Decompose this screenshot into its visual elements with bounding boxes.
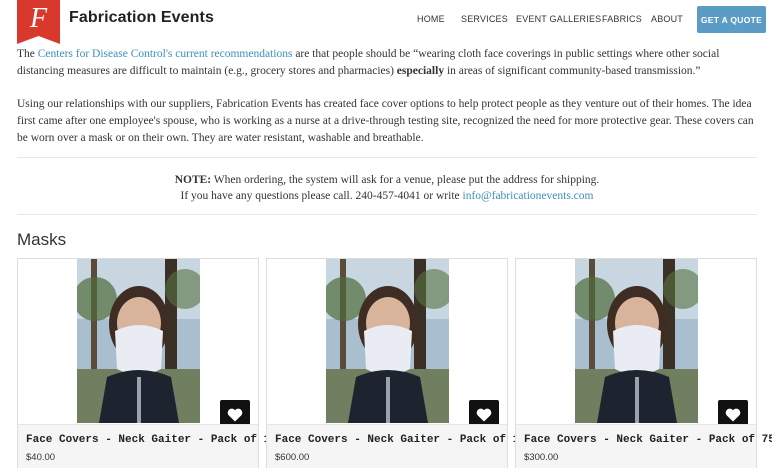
divider [17, 214, 757, 215]
product-info: Face Covers - Neck Gaiter - Pack of 75 $… [516, 424, 772, 468]
product-photo[interactable] [575, 259, 698, 423]
cdc-link[interactable]: Centers for Disease Control's current re… [38, 48, 293, 60]
product-price: $300.00 [524, 452, 559, 463]
heart-icon [725, 408, 741, 422]
site-header: F Fabrication Events HOME SERVICES EVENT… [0, 0, 772, 44]
section-title-masks: Masks [17, 230, 67, 249]
product-card[interactable]: Face Covers - Neck Gaiter - Pack of 10 $… [17, 258, 277, 468]
intro-emphasis: especially [396, 65, 445, 77]
intro-paragraph-1: The Centers for Disease Control's curren… [17, 46, 757, 80]
divider [17, 157, 757, 158]
intro-text: The [17, 48, 38, 60]
nav-about[interactable]: ABOUT [651, 14, 683, 24]
nav-event-galleries[interactable]: EVENT GALLERIES [516, 14, 601, 24]
product-name[interactable]: Face Covers - Neck Gaiter - Pack of 10 [26, 434, 277, 446]
intro-paragraph-2: Using our relationships with our supplie… [17, 98, 754, 144]
product-name[interactable]: Face Covers - Neck Gaiter - Pack of 150 [275, 434, 532, 446]
intro-text: in areas of significant community-based … [444, 65, 701, 77]
nav-home[interactable]: HOME [417, 14, 445, 24]
note-label: NOTE: [174, 174, 212, 186]
product-price: $40.00 [26, 452, 56, 463]
product-price: $600.00 [275, 452, 310, 463]
heart-icon [227, 408, 243, 422]
nav-services[interactable]: SERVICES [461, 14, 508, 24]
product-photo[interactable] [77, 259, 200, 423]
product-card[interactable]: Face Covers - Neck Gaiter - Pack of 150 … [266, 258, 532, 468]
ordering-note: NOTE: When ordering, the system will ask… [17, 172, 757, 204]
product-info: Face Covers - Neck Gaiter - Pack of 10 $… [18, 424, 277, 468]
main-nav: HOME SERVICES EVENT GALLERIES FABRICS AB… [0, 14, 772, 28]
product-photo[interactable] [326, 259, 449, 423]
email-link[interactable]: info@fabricationevents.com [463, 190, 594, 202]
note-contact-text: If you have any questions please call. 2… [180, 190, 463, 202]
note-text: When ordering, the system will ask for a… [211, 174, 600, 186]
product-info: Face Covers - Neck Gaiter - Pack of 150 … [267, 424, 532, 468]
nav-fabrics[interactable]: FABRICS [602, 14, 642, 24]
product-name[interactable]: Face Covers - Neck Gaiter - Pack of 75 [524, 434, 772, 446]
get-a-quote-button[interactable]: GET A QUOTE [697, 6, 766, 33]
product-card[interactable]: Face Covers - Neck Gaiter - Pack of 75 $… [515, 258, 772, 468]
heart-icon [476, 408, 492, 422]
